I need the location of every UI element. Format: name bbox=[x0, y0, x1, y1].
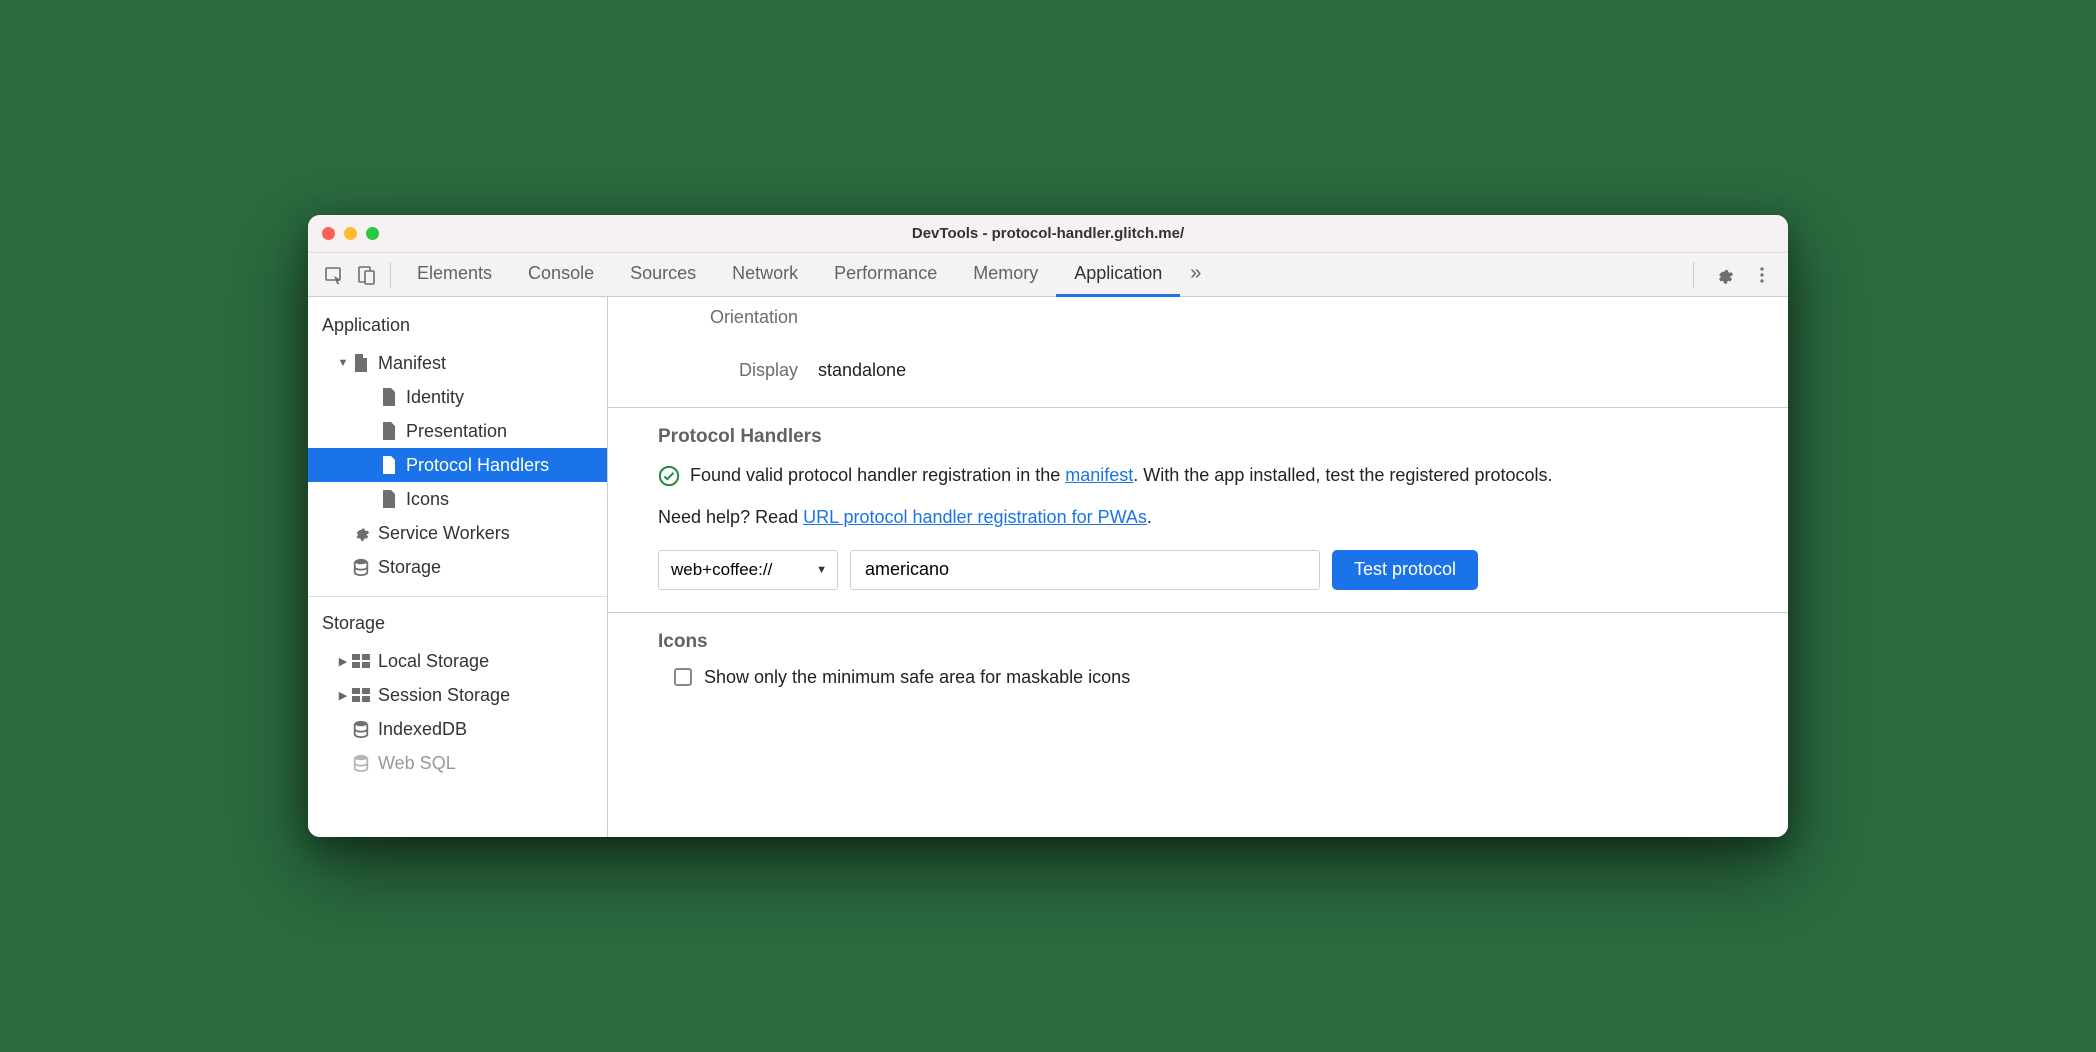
manifest-link[interactable]: manifest bbox=[1065, 465, 1133, 485]
maskable-icons-option[interactable]: Show only the minimum safe area for mask… bbox=[608, 667, 1788, 688]
tab-network[interactable]: Network bbox=[714, 253, 816, 297]
sidebar-item-label: Storage bbox=[378, 557, 441, 578]
toolbar-divider bbox=[1693, 262, 1694, 288]
sidebar-item-label: IndexedDB bbox=[378, 719, 467, 740]
protocol-handlers-help: Need help? Read URL protocol handler reg… bbox=[608, 504, 1788, 532]
gear-icon bbox=[350, 522, 372, 544]
database-icon bbox=[350, 556, 372, 578]
database-icon bbox=[350, 718, 372, 740]
gear-icon[interactable] bbox=[1708, 259, 1740, 291]
checkmark-circle-icon bbox=[658, 465, 680, 487]
sidebar-item-label: Manifest bbox=[378, 353, 446, 374]
tab-memory[interactable]: Memory bbox=[955, 253, 1056, 297]
sidebar-divider bbox=[308, 596, 607, 597]
devtools-window: DevTools - protocol-handler.glitch.me/ E… bbox=[308, 215, 1788, 837]
zoom-window-button[interactable] bbox=[366, 227, 379, 240]
database-icon bbox=[350, 752, 372, 774]
sidebar-section-storage: Storage bbox=[308, 605, 607, 644]
chevron-right-icon: ▶ bbox=[336, 689, 350, 702]
sidebar-item-label: Service Workers bbox=[378, 523, 510, 544]
table-icon bbox=[350, 684, 372, 706]
sidebar-item-manifest[interactable]: ▼ Manifest bbox=[308, 346, 607, 380]
scheme-select[interactable]: web+coffee:// ▼ bbox=[658, 550, 838, 590]
inspect-element-icon[interactable] bbox=[318, 259, 350, 291]
chevron-down-icon: ▼ bbox=[336, 357, 350, 369]
chevron-right-icon: ▶ bbox=[336, 655, 350, 668]
scheme-select-value: web+coffee:// bbox=[671, 560, 772, 580]
devtools-toolbar: Elements Console Sources Network Perform… bbox=[308, 253, 1788, 297]
content-area: Application ▼ Manifest Identity bbox=[308, 297, 1788, 837]
protocol-handlers-status: Found valid protocol handler registratio… bbox=[608, 462, 1788, 490]
checkbox-icon[interactable] bbox=[674, 668, 692, 686]
traffic-lights bbox=[322, 227, 379, 240]
sidebar-item-label: Presentation bbox=[406, 421, 507, 442]
protocol-handlers-heading: Protocol Handlers bbox=[608, 408, 1788, 462]
tab-console[interactable]: Console bbox=[510, 253, 612, 297]
checkbox-label: Show only the minimum safe area for mask… bbox=[704, 667, 1130, 688]
titlebar: DevTools - protocol-handler.glitch.me/ bbox=[308, 215, 1788, 253]
manifest-presentation-section: Orientation Display standalone bbox=[608, 297, 1788, 408]
test-protocol-button[interactable]: Test protocol bbox=[1332, 550, 1478, 590]
display-value: standalone bbox=[818, 360, 906, 381]
display-row: Display standalone bbox=[608, 332, 1788, 385]
tab-performance[interactable]: Performance bbox=[816, 253, 955, 297]
orientation-row: Orientation bbox=[608, 297, 1788, 332]
protocol-test-controls: web+coffee:// ▼ Test protocol bbox=[608, 532, 1788, 590]
protocol-handlers-section: Protocol Handlers Found valid protocol h… bbox=[608, 408, 1788, 613]
sidebar-item-service-workers[interactable]: Service Workers bbox=[308, 516, 607, 550]
status-text-pre: Found valid protocol handler registratio… bbox=[690, 465, 1065, 485]
help-text-pre: Need help? Read bbox=[658, 507, 803, 527]
minimize-window-button[interactable] bbox=[344, 227, 357, 240]
tab-sources[interactable]: Sources bbox=[612, 253, 714, 297]
chevron-down-icon: ▼ bbox=[816, 564, 827, 576]
help-link[interactable]: URL protocol handler registration for PW… bbox=[803, 507, 1147, 527]
tab-elements[interactable]: Elements bbox=[399, 253, 510, 297]
protocol-path-input[interactable] bbox=[850, 550, 1320, 590]
table-icon bbox=[350, 650, 372, 672]
sidebar-item-indexeddb[interactable]: IndexedDB bbox=[308, 712, 607, 746]
file-icon bbox=[378, 488, 400, 510]
main-panel: Orientation Display standalone Protocol … bbox=[608, 297, 1788, 837]
sidebar-section-application: Application bbox=[308, 307, 607, 346]
sidebar-item-identity[interactable]: Identity bbox=[308, 380, 607, 414]
file-icon bbox=[378, 420, 400, 442]
sidebar-item-protocol-handlers[interactable]: Protocol Handlers bbox=[308, 448, 607, 482]
tab-application[interactable]: Application bbox=[1056, 253, 1180, 297]
sidebar-item-label: Session Storage bbox=[378, 685, 510, 706]
orientation-label: Orientation bbox=[608, 307, 818, 328]
file-icon bbox=[350, 352, 372, 374]
sidebar-item-storage[interactable]: Storage bbox=[308, 550, 607, 584]
toolbar-divider bbox=[390, 262, 391, 288]
close-window-button[interactable] bbox=[322, 227, 335, 240]
icons-heading: Icons bbox=[608, 613, 1788, 667]
sidebar-item-icons[interactable]: Icons bbox=[308, 482, 607, 516]
status-text-post: . With the app installed, test the regis… bbox=[1133, 465, 1552, 485]
window-title: DevTools - protocol-handler.glitch.me/ bbox=[308, 225, 1788, 242]
file-icon bbox=[378, 454, 400, 476]
sidebar-item-presentation[interactable]: Presentation bbox=[308, 414, 607, 448]
tabs-overflow-icon[interactable]: » bbox=[1180, 253, 1211, 297]
sidebar-item-label: Protocol Handlers bbox=[406, 455, 549, 476]
kebab-menu-icon[interactable] bbox=[1746, 259, 1778, 291]
sidebar-item-session-storage[interactable]: ▶ Session Storage bbox=[308, 678, 607, 712]
device-toggle-icon[interactable] bbox=[350, 259, 382, 291]
sidebar-item-label: Web SQL bbox=[378, 753, 456, 774]
sidebar-item-label: Identity bbox=[406, 387, 464, 408]
icons-section: Icons Show only the minimum safe area fo… bbox=[608, 613, 1788, 710]
sidebar-item-label: Local Storage bbox=[378, 651, 489, 672]
help-text-post: . bbox=[1147, 507, 1152, 527]
application-sidebar: Application ▼ Manifest Identity bbox=[308, 297, 608, 837]
display-label: Display bbox=[608, 360, 818, 381]
file-icon bbox=[378, 386, 400, 408]
sidebar-item-local-storage[interactable]: ▶ Local Storage bbox=[308, 644, 607, 678]
sidebar-item-label: Icons bbox=[406, 489, 449, 510]
sidebar-item-websql[interactable]: Web SQL bbox=[308, 746, 607, 780]
